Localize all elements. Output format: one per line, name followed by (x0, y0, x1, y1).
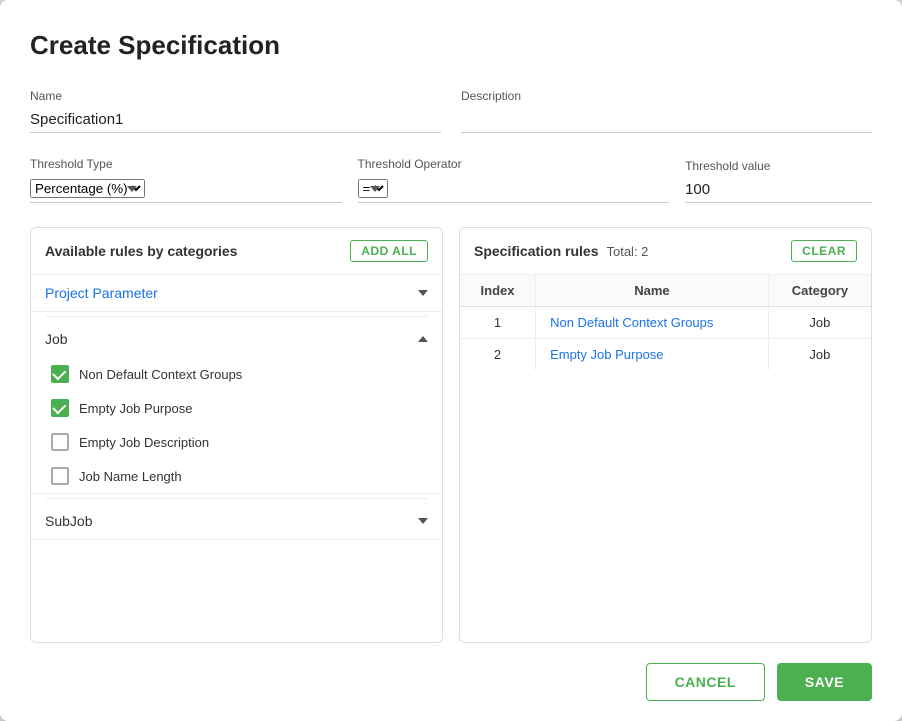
threshold-operator-label: Threshold Operator (358, 157, 670, 171)
rule-non-default-context-groups-label: Non Default Context Groups (79, 367, 242, 382)
project-parameter-label: Project Parameter (45, 285, 158, 301)
project-parameter-dropdown[interactable]: Project Parameter (31, 275, 442, 312)
cell-index: 2 (460, 339, 536, 371)
spec-table-header-row: Index Name Category (460, 275, 871, 307)
table-row: 2 Empty Job Purpose Job (460, 339, 871, 371)
table-row: 1 Non Default Context Groups Job (460, 307, 871, 339)
cell-category: Job (768, 339, 871, 371)
threshold-type-label: Threshold Type (30, 157, 342, 171)
threshold-value-label: Threshold value (685, 159, 872, 173)
cell-category: Job (768, 307, 871, 339)
description-input[interactable] (461, 107, 872, 133)
rule-empty-job-description[interactable]: Empty Job Description (31, 425, 442, 459)
specification-rules-content: Index Name Category 1 Non Default Contex… (460, 275, 871, 642)
project-parameter-arrow-icon (418, 290, 428, 296)
col-name: Name (536, 275, 769, 307)
subjob-category-section: SubJob (31, 503, 442, 540)
threshold-operator-wrapper: Threshold Operator = (358, 157, 670, 203)
rule-empty-job-purpose-label: Empty Job Purpose (79, 401, 192, 416)
add-all-button[interactable]: ADD ALL (350, 240, 428, 262)
name-input[interactable] (30, 107, 441, 133)
threshold-type-select[interactable]: Percentage (%) (30, 179, 145, 198)
available-rules-content: Project Parameter Job Non Default Contex… (31, 275, 442, 642)
modal-footer: CANCEL SAVE (30, 643, 872, 701)
job-category-section: Job Non Default Context Groups Empty Job… (31, 321, 442, 494)
spec-rules-title: Specification rules (474, 243, 598, 259)
col-category: Category (768, 275, 871, 307)
rule-non-default-context-groups[interactable]: Non Default Context Groups (31, 357, 442, 391)
divider2 (45, 498, 428, 499)
threshold-value-input[interactable] (685, 177, 872, 203)
spec-rules-table: Index Name Category 1 Non Default Contex… (460, 275, 871, 370)
rule-job-name-length[interactable]: Job Name Length (31, 459, 442, 493)
col-index: Index (460, 275, 536, 307)
rule-empty-job-description-label: Empty Job Description (79, 435, 209, 450)
cell-name: Empty Job Purpose (536, 339, 769, 371)
rule-empty-job-purpose-checkbox[interactable] (51, 399, 69, 417)
available-rules-panel: Available rules by categories ADD ALL Pr… (30, 227, 443, 643)
cell-name: Non Default Context Groups (536, 307, 769, 339)
threshold-operator-select[interactable]: = (358, 179, 388, 198)
clear-button[interactable]: CLEAR (791, 240, 857, 262)
subjob-category-label: SubJob (45, 513, 92, 529)
rule-job-name-length-label: Job Name Length (79, 469, 182, 484)
modal-title: Create Specification (30, 30, 872, 61)
rule-job-name-length-checkbox[interactable] (51, 467, 69, 485)
rule-empty-job-purpose[interactable]: Empty Job Purpose (31, 391, 442, 425)
job-category-header[interactable]: Job (31, 321, 442, 357)
subjob-category-arrow-icon (418, 518, 428, 524)
job-category-arrow-icon (418, 336, 428, 342)
cell-index: 1 (460, 307, 536, 339)
save-button[interactable]: SAVE (777, 663, 872, 701)
job-category-label: Job (45, 331, 68, 347)
description-field: Description (461, 89, 872, 133)
cancel-button[interactable]: CANCEL (646, 663, 765, 701)
threshold-value-field: Threshold value (685, 159, 872, 203)
spec-header-group: Specification rules Total: 2 (474, 243, 648, 259)
subjob-category-header[interactable]: SubJob (31, 503, 442, 539)
specification-rules-header: Specification rules Total: 2 CLEAR (460, 228, 871, 275)
description-label: Description (461, 89, 872, 103)
specification-rules-panel: Specification rules Total: 2 CLEAR Index… (459, 227, 872, 643)
rule-empty-job-description-checkbox[interactable] (51, 433, 69, 451)
threshold-type-wrapper: Threshold Type Percentage (%) (30, 157, 342, 203)
divider (45, 316, 428, 317)
spec-rules-total: Total: 2 (606, 244, 648, 259)
name-field: Name (30, 89, 441, 133)
available-rules-header: Available rules by categories ADD ALL (31, 228, 442, 275)
available-rules-title: Available rules by categories (45, 243, 237, 259)
rule-non-default-context-groups-checkbox[interactable] (51, 365, 69, 383)
name-label: Name (30, 89, 441, 103)
